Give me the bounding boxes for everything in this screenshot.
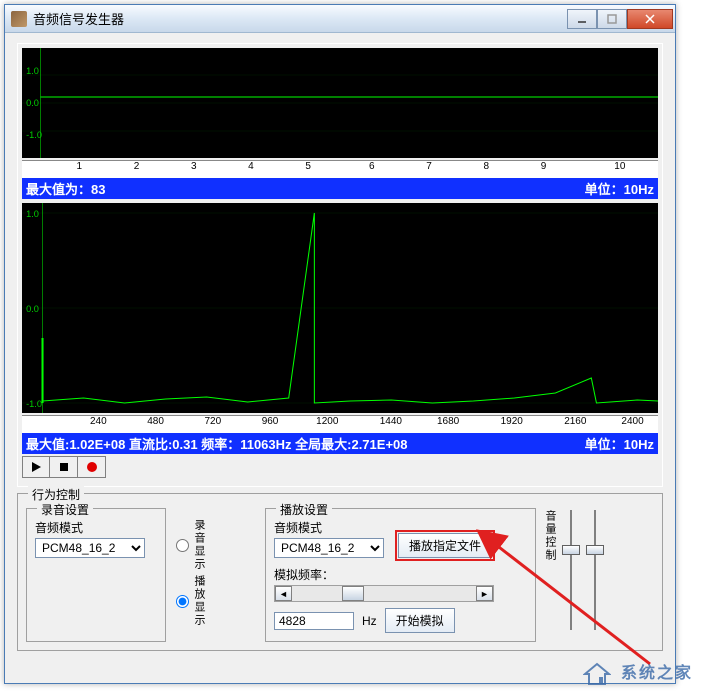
volume-slider-left[interactable] <box>560 510 582 630</box>
play-fieldset: 播放设置 音频模式 PCM48_16_2 播放指定文件 模拟频率： ◄ <box>265 508 536 642</box>
volume-slider-right[interactable] <box>584 510 606 630</box>
play-mode-label: 音频模式 <box>274 519 384 536</box>
ytick: 1.0 <box>26 66 39 76</box>
app-icon <box>11 11 27 27</box>
record-button[interactable] <box>78 456 106 478</box>
ytick: 1.0 <box>26 209 39 219</box>
spectrum-x-axis: 240 480 720 960 1200 1440 1680 1920 2160… <box>22 415 658 433</box>
spectrum-status: 最大值:1.02E+08 直流比:0.31 频率：11063Hz 全局最大:2.… <box>22 433 658 454</box>
app-window: 音频信号发生器 <box>4 4 676 684</box>
ytick: -1.0 <box>26 399 42 409</box>
sim-freq-label: 模拟频率： <box>274 566 527 583</box>
close-button[interactable] <box>627 9 673 29</box>
play-file-button[interactable]: 播放指定文件 <box>398 533 492 558</box>
ytick: 0.0 <box>26 304 39 314</box>
waveform-x-axis: 1 2 3 4 5 6 7 8 9 10 <box>22 160 658 178</box>
ytick: -1.0 <box>26 130 42 140</box>
sim-freq-scrollbar[interactable]: ◄ ► <box>274 585 494 602</box>
record-icon <box>86 461 98 473</box>
record-mode-label: 音频模式 <box>35 519 157 536</box>
play-button[interactable] <box>22 456 50 478</box>
graph-panel: 1.0 0.0 -1.0 1 2 3 4 5 6 7 8 9 10 <box>17 43 663 487</box>
stop-button[interactable] <box>50 456 78 478</box>
volume-label: 音量控制 <box>542 510 558 562</box>
scroll-right-icon[interactable]: ► <box>476 586 493 601</box>
transport-controls <box>22 456 658 478</box>
watermark: 系统之家 <box>583 659 693 686</box>
display-mode-radios: 录音显示 播放显示 <box>172 504 259 642</box>
sim-freq-input[interactable] <box>274 612 354 630</box>
scroll-thumb[interactable] <box>342 586 364 601</box>
play-display-radio[interactable] <box>176 595 189 608</box>
waveform-graph[interactable]: 1.0 0.0 -1.0 <box>22 48 658 158</box>
content-area: 1.0 0.0 -1.0 1 2 3 4 5 6 7 8 9 10 <box>5 33 675 683</box>
window-title: 音频信号发生器 <box>33 9 567 28</box>
minimize-button[interactable] <box>567 9 597 29</box>
play-display-label: 播放显示 <box>191 575 207 627</box>
record-display-label: 录音显示 <box>191 519 207 571</box>
record-legend: 录音设置 <box>37 501 93 518</box>
record-fieldset: 录音设置 音频模式 PCM48_16_2 <box>26 508 166 642</box>
record-display-radio[interactable] <box>176 539 189 552</box>
play-mode-select[interactable]: PCM48_16_2 <box>274 538 384 558</box>
waveform-status: 最大值为：83 单位：10Hz <box>22 178 658 199</box>
titlebar[interactable]: 音频信号发生器 <box>5 5 675 33</box>
scroll-left-icon[interactable]: ◄ <box>275 586 292 601</box>
house-icon <box>583 662 611 686</box>
sim-freq-unit: Hz <box>362 614 377 628</box>
start-sim-button[interactable]: 开始模拟 <box>385 608 455 633</box>
record-mode-select[interactable]: PCM48_16_2 <box>35 538 145 558</box>
play-icon <box>31 462 41 472</box>
volume-group: 音量控制 <box>542 504 654 642</box>
ytick: 0.0 <box>26 98 39 108</box>
maximize-button[interactable] <box>597 9 627 29</box>
stop-icon <box>59 462 69 472</box>
behavior-fieldset: 行为控制 录音设置 音频模式 PCM48_16_2 录音显示 <box>17 493 663 651</box>
play-legend: 播放设置 <box>276 501 332 518</box>
spectrum-graph[interactable]: 1.0 0.0 -1.0 <box>22 203 658 413</box>
